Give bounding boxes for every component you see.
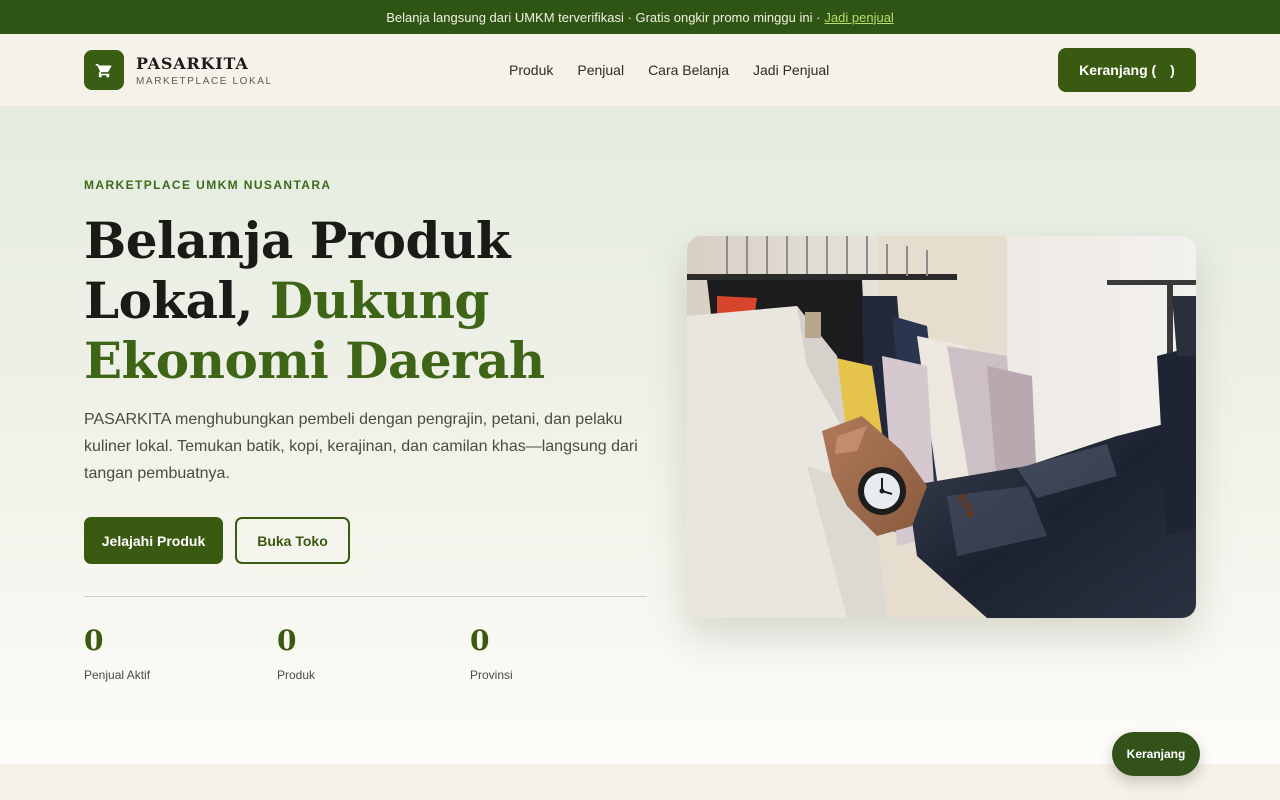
stat-products: 0 Produk [277,624,315,682]
hero-section: MARKETPLACE UMKM NUSANTARA Belanja Produ… [0,107,1280,764]
hero-title: Belanja Produk Lokal, Dukung Ekonomi Dae… [84,211,644,391]
stat-value: 0 [84,624,104,657]
floating-cart-button[interactable]: Keranjang [1112,732,1200,776]
stat-label: Provinsi [470,668,513,682]
main-nav: Produk Penjual Cara Belanja Jadi Penjual [509,62,829,78]
stats-divider [84,596,647,597]
brand-tagline: MARKETPLACE LOKAL [136,75,273,87]
site-header: PASARKITA MARKETPLACE LOKAL Produk Penju… [0,34,1280,107]
open-store-button[interactable]: Buka Toko [235,517,350,564]
stat-sellers: 0 Penjual Aktif [84,624,150,682]
become-seller-link[interactable]: Jadi penjual [824,10,893,25]
stat-label: Penjual Aktif [84,668,151,682]
stat-provinces: 0 Provinsi [470,624,513,682]
hero-eyebrow: MARKETPLACE UMKM NUSANTARA [84,178,332,192]
next-section-edge [0,764,1280,800]
cart-icon [84,50,124,90]
brand[interactable]: PASARKITA MARKETPLACE LOKAL [84,50,444,90]
cart-button-close: ) [1170,62,1175,78]
cart-button[interactable]: Keranjang ( ) [1058,48,1196,92]
hero-image [687,236,1196,618]
announcement-bar: Belanja langsung dari UMKM terverifikasi… [0,0,1280,34]
nav-jadi-penjual[interactable]: Jadi Penjual [753,62,829,78]
explore-products-button[interactable]: Jelajahi Produk [84,517,223,564]
nav-produk[interactable]: Produk [509,62,553,78]
announcement-text: Belanja langsung dari UMKM terverifikasi… [386,9,821,25]
brand-name: PASARKITA [136,53,249,73]
nav-penjual[interactable]: Penjual [577,62,624,78]
hero-description: PASARKITA menghubungkan pembeli dengan p… [84,411,638,482]
stat-value: 0 [277,624,297,657]
stat-label: Produk [277,668,316,682]
cart-button-label: Keranjang ( [1079,62,1157,78]
nav-cara-belanja[interactable]: Cara Belanja [648,62,729,78]
stat-value: 0 [470,624,490,657]
